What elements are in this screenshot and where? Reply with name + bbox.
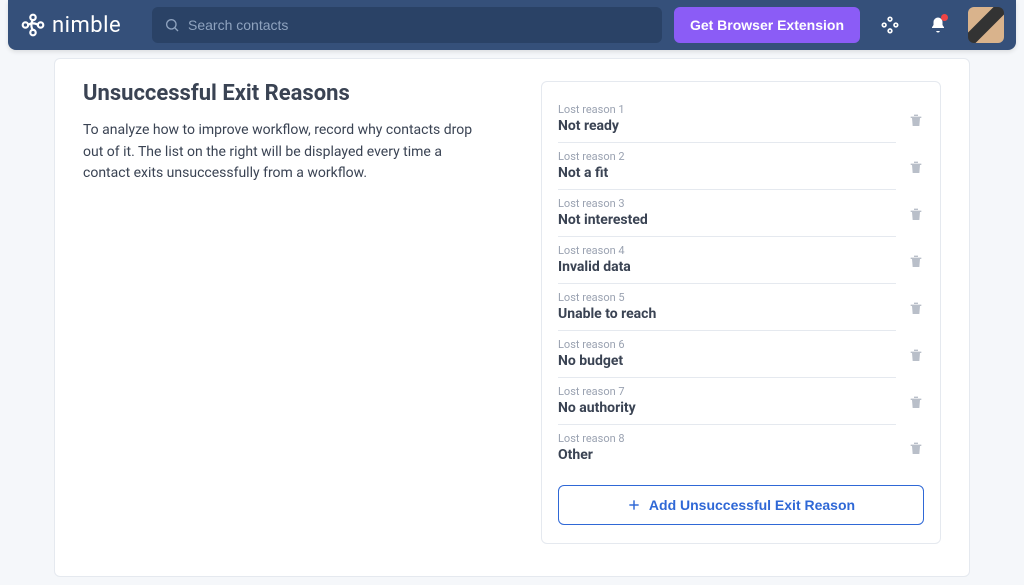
description-column: Unsuccessful Exit Reasons To analyze how… (83, 81, 517, 544)
trash-icon[interactable] (908, 112, 924, 128)
reason-value[interactable]: Unable to reach (558, 306, 896, 322)
reason-row: Lost reason 2 Not a fit (542, 143, 940, 190)
page-description: To analyze how to improve workflow, reco… (83, 120, 483, 185)
reason-value[interactable]: Not interested (558, 212, 896, 228)
trash-icon[interactable] (908, 394, 924, 410)
notification-dot (941, 14, 948, 21)
reason-value[interactable]: Not a fit (558, 165, 896, 181)
trash-icon[interactable] (908, 300, 924, 316)
reason-value[interactable]: No authority (558, 400, 896, 416)
reason-row: Lost reason 1 Not ready (542, 96, 940, 143)
search-box[interactable] (152, 7, 662, 43)
trash-icon[interactable] (908, 253, 924, 269)
reasons-list-card: Lost reason 1 Not ready Lost reason 2 Not a… (541, 81, 941, 544)
reason-label: Lost reason 7 (558, 385, 896, 398)
reason-value[interactable]: No budget (558, 353, 896, 369)
search-icon (164, 17, 180, 33)
reason-label: Lost reason 5 (558, 291, 896, 304)
avatar[interactable] (968, 7, 1004, 43)
page-content: Unsuccessful Exit Reasons To analyze how… (0, 50, 1024, 585)
reason-value[interactable]: Other (558, 447, 896, 463)
trash-icon[interactable] (908, 440, 924, 456)
nimble-logo-icon (20, 12, 46, 38)
add-reason-label: Add Unsuccessful Exit Reason (649, 497, 855, 513)
reason-row: Lost reason 8 Other (542, 425, 940, 471)
search-input[interactable] (188, 17, 650, 33)
get-extension-button[interactable]: Get Browser Extension (674, 7, 860, 43)
reason-label: Lost reason 2 (558, 150, 896, 163)
reason-row: Lost reason 6 No budget (542, 331, 940, 378)
trash-icon[interactable] (908, 347, 924, 363)
trash-icon[interactable] (908, 206, 924, 222)
reason-value[interactable]: Invalid data (558, 259, 896, 275)
plus-icon (627, 498, 641, 512)
brand-logo[interactable]: nimble (20, 12, 140, 38)
brand-text: nimble (52, 13, 121, 38)
apps-button[interactable] (872, 7, 908, 43)
reason-label: Lost reason 3 (558, 197, 896, 210)
reason-row: Lost reason 7 No authority (542, 378, 940, 425)
top-bar: nimble Get Browser Extension (8, 0, 1016, 50)
reason-row: Lost reason 5 Unable to reach (542, 284, 940, 331)
reason-row: Lost reason 3 Not interested (542, 190, 940, 237)
reason-label: Lost reason 1 (558, 103, 896, 116)
reason-row: Lost reason 4 Invalid data (542, 237, 940, 284)
reason-value[interactable]: Not ready (558, 118, 896, 134)
main-card: Unsuccessful Exit Reasons To analyze how… (54, 58, 970, 577)
trash-icon[interactable] (908, 159, 924, 175)
notifications-button[interactable] (920, 7, 956, 43)
reason-label: Lost reason 6 (558, 338, 896, 351)
reason-label: Lost reason 8 (558, 432, 896, 445)
reason-label: Lost reason 4 (558, 244, 896, 257)
flower-apps-icon (880, 15, 900, 35)
page-title: Unsuccessful Exit Reasons (83, 81, 517, 106)
add-reason-button[interactable]: Add Unsuccessful Exit Reason (558, 485, 924, 525)
